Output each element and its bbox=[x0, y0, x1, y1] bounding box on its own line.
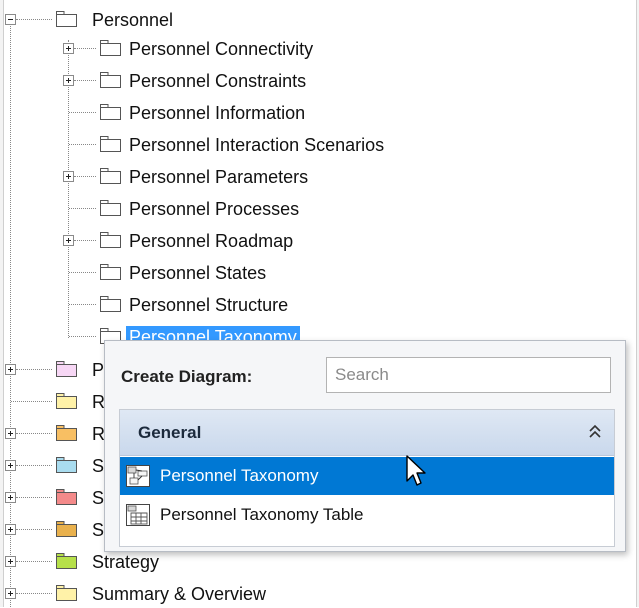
tree-connector bbox=[16, 561, 52, 562]
collapse-group-icon[interactable] bbox=[586, 422, 604, 442]
package-icon bbox=[56, 521, 77, 537]
create-diagram-popup: Create Diagram: General Personnel Taxono… bbox=[104, 340, 626, 552]
table-diagram-icon bbox=[126, 504, 150, 526]
expand-icon[interactable] bbox=[5, 492, 16, 503]
tree-node-label: Personnel Parameters bbox=[129, 167, 309, 187]
tree-connector bbox=[74, 240, 96, 241]
package-icon bbox=[56, 393, 77, 409]
tree-connector bbox=[16, 465, 52, 466]
tree-connector bbox=[16, 593, 52, 594]
tree-node-label: Personnel States bbox=[129, 263, 267, 283]
tree-node-personnel-structure[interactable]: Personnel Structure bbox=[126, 291, 291, 319]
expand-icon[interactable] bbox=[63, 235, 74, 246]
package-icon bbox=[56, 425, 77, 441]
package-icon bbox=[56, 489, 77, 505]
tree-connector bbox=[16, 497, 52, 498]
expand-icon[interactable] bbox=[63, 75, 74, 86]
collapse-icon[interactable] bbox=[5, 14, 16, 25]
package-icon bbox=[56, 361, 77, 377]
diagram-type-list: General Personnel Taxonomy Personnel Tax… bbox=[119, 409, 615, 547]
diagram-type-personnel-taxonomy-table[interactable]: Personnel Taxonomy Table bbox=[120, 496, 614, 534]
tree-node-personnel-states[interactable]: Personnel States bbox=[126, 259, 269, 287]
package-icon bbox=[100, 264, 121, 280]
tree-node-personnel-constraints[interactable]: Personnel Constraints bbox=[126, 67, 309, 95]
tree-connector bbox=[69, 272, 96, 273]
package-icon bbox=[100, 72, 121, 88]
tree-node-strategy[interactable]: Strategy bbox=[89, 548, 162, 576]
tree-node-label: Personnel Roadmap bbox=[129, 231, 294, 251]
package-icon bbox=[100, 296, 121, 312]
package-icon bbox=[100, 136, 121, 152]
tree-node-summary-overview[interactable]: Summary & Overview bbox=[89, 580, 269, 608]
diagram-search-input[interactable] bbox=[326, 357, 611, 393]
tree-connector bbox=[74, 176, 96, 177]
package-icon bbox=[100, 232, 121, 248]
expand-icon[interactable] bbox=[5, 524, 16, 535]
package-icon bbox=[56, 11, 77, 27]
package-icon bbox=[100, 40, 121, 56]
tree-node-label: Strategy bbox=[92, 552, 160, 572]
tree-node-personnel-roadmap[interactable]: Personnel Roadmap bbox=[126, 227, 296, 255]
tree-node-personnel-connectivity[interactable]: Personnel Connectivity bbox=[126, 35, 316, 63]
tree-connector bbox=[74, 48, 96, 49]
tree-connector bbox=[74, 80, 96, 81]
package-icon bbox=[100, 104, 121, 120]
tree-connector bbox=[69, 112, 96, 113]
tree-connector bbox=[69, 208, 96, 209]
expand-icon[interactable] bbox=[5, 460, 16, 471]
package-icon bbox=[56, 457, 77, 473]
package-icon bbox=[100, 168, 121, 184]
expand-icon[interactable] bbox=[5, 364, 16, 375]
tree-connector bbox=[16, 369, 52, 370]
package-icon bbox=[56, 585, 77, 601]
expand-icon[interactable] bbox=[63, 171, 74, 182]
tree-guide-line bbox=[10, 24, 11, 607]
tree-node-label: Personnel Interaction Scenarios bbox=[129, 135, 385, 155]
tree-node-label: Personnel Information bbox=[129, 103, 306, 123]
tree-connector bbox=[16, 433, 52, 434]
expand-icon[interactable] bbox=[5, 556, 16, 567]
tree-connector bbox=[16, 19, 52, 20]
group-header-general[interactable]: General bbox=[120, 410, 614, 456]
taxonomy-diagram-icon bbox=[126, 465, 150, 487]
diagram-type-personnel-taxonomy[interactable]: Personnel Taxonomy bbox=[120, 457, 614, 495]
tree-node-label: Summary & Overview bbox=[92, 584, 267, 604]
mouse-pointer-icon bbox=[406, 455, 426, 486]
expand-icon[interactable] bbox=[5, 588, 16, 599]
diagram-type-label: Personnel Taxonomy bbox=[160, 466, 319, 485]
create-diagram-label: Create Diagram: bbox=[121, 367, 253, 386]
tree-node-label: Personnel Constraints bbox=[129, 71, 307, 91]
group-label: General bbox=[138, 423, 202, 442]
expand-icon[interactable] bbox=[5, 428, 16, 439]
tree-node-label: Personnel Structure bbox=[129, 295, 289, 315]
tree-connector bbox=[69, 144, 96, 145]
package-icon bbox=[100, 200, 121, 216]
tree-node-personnel-processes[interactable]: Personnel Processes bbox=[126, 195, 302, 223]
tree-node-personnel-information[interactable]: Personnel Information bbox=[126, 99, 308, 127]
tree-node-label: Personnel bbox=[92, 10, 174, 30]
tree-node-personnel[interactable]: Personnel bbox=[89, 6, 176, 34]
tree-connector bbox=[16, 529, 52, 530]
tree-node-personnel-interaction-scenarios[interactable]: Personnel Interaction Scenarios bbox=[126, 131, 387, 159]
expand-icon[interactable] bbox=[63, 43, 74, 54]
tree-node-label: Personnel Connectivity bbox=[129, 39, 314, 59]
tree-connector bbox=[69, 304, 96, 305]
tree-connector bbox=[69, 336, 96, 337]
package-icon bbox=[56, 553, 77, 569]
tree-node-label: Personnel Processes bbox=[129, 199, 300, 219]
tree-connector bbox=[11, 401, 52, 402]
diagram-type-label: Personnel Taxonomy Table bbox=[160, 505, 364, 524]
tree-node-personnel-parameters[interactable]: Personnel Parameters bbox=[126, 163, 311, 191]
